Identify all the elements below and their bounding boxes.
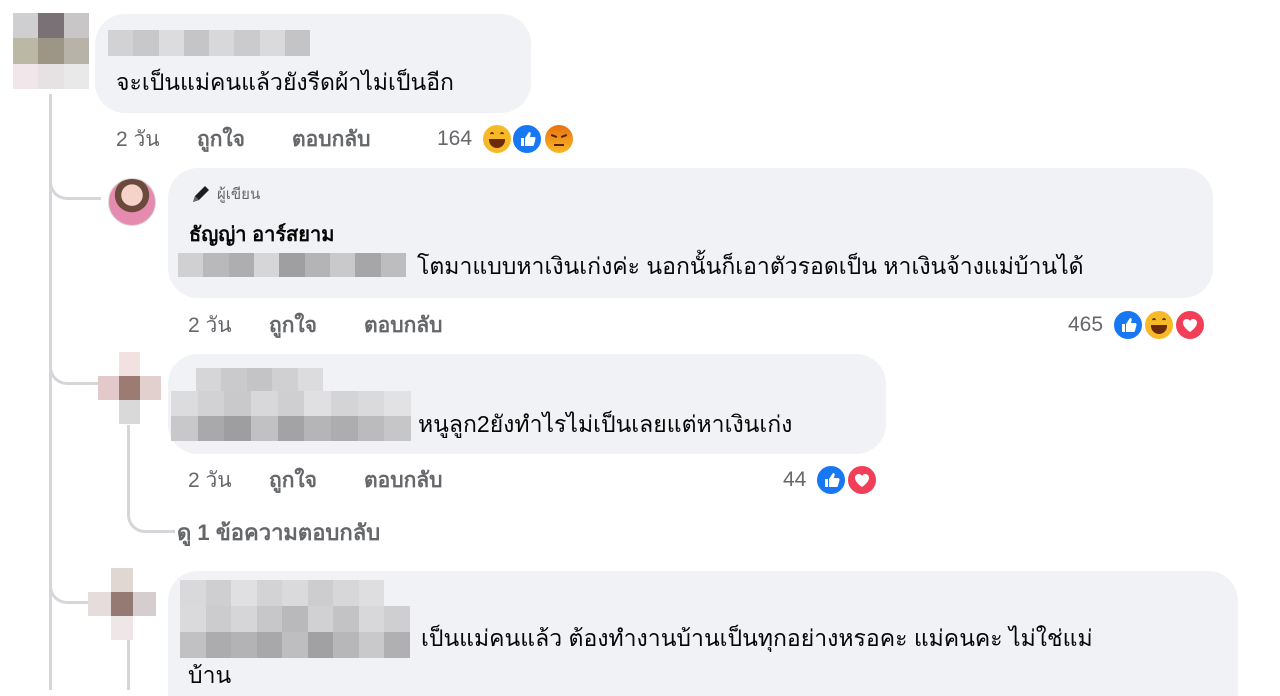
comment-time[interactable]: 2 วัน bbox=[188, 468, 232, 494]
like-button[interactable]: ถูกใจ bbox=[197, 127, 245, 153]
like-icon bbox=[1112, 309, 1144, 341]
thread-line-sub bbox=[127, 425, 130, 510]
mention-blurred[interactable] bbox=[178, 253, 406, 277]
like-icon bbox=[511, 123, 543, 155]
author-badge: ผู้เขียน bbox=[217, 186, 261, 203]
mention-blurred[interactable] bbox=[180, 606, 410, 658]
mention-blurred[interactable] bbox=[171, 391, 411, 441]
comment-text: โตมาแบบหาเงินเก่งค่ะ นอกนั้นก็เอาตัวรอดเ… bbox=[417, 253, 1084, 279]
avatar-blurred[interactable] bbox=[88, 568, 156, 640]
reaction-count[interactable]: 465 bbox=[1068, 311, 1103, 339]
pencil-icon bbox=[190, 183, 212, 205]
love-icon bbox=[1174, 309, 1206, 341]
reply-button[interactable]: ตอบกลับ bbox=[292, 127, 371, 153]
author-avatar[interactable] bbox=[108, 178, 156, 226]
author-name-blurred[interactable] bbox=[108, 30, 310, 56]
avatar-blurred[interactable] bbox=[13, 13, 89, 89]
comment-time[interactable]: 2 วัน bbox=[188, 313, 232, 339]
comment-text: หนูลูก2ยังทำไรไม่เป็นเลยแต่หาเงินเก่ง bbox=[418, 411, 793, 437]
comment-bubble bbox=[95, 14, 531, 113]
thread-curve-sub bbox=[127, 505, 175, 533]
reply-button[interactable]: ตอบกลับ bbox=[364, 313, 443, 339]
comment-text: เป็นแม่คนแล้ว ต้องทำงานบ้านเป็นทุกอย่างห… bbox=[421, 625, 1093, 651]
like-button[interactable]: ถูกใจ bbox=[269, 313, 317, 339]
reaction-count[interactable]: 44 bbox=[783, 466, 806, 494]
comment-time[interactable]: 2 วัน bbox=[116, 127, 160, 153]
comment-text: จะเป็นแม่คนแล้วยังรีดผ้าไม่เป็นอีก bbox=[116, 69, 454, 95]
angry-icon bbox=[543, 123, 575, 155]
thread-curve-2 bbox=[49, 355, 101, 385]
love-icon bbox=[846, 464, 878, 496]
author-name-blurred[interactable] bbox=[180, 580, 384, 606]
reply-button[interactable]: ตอบกลับ bbox=[364, 468, 443, 494]
like-icon bbox=[815, 464, 847, 496]
comment-text-continued: บ้าน bbox=[188, 662, 232, 688]
reaction-count[interactable]: 164 bbox=[437, 125, 472, 153]
haha-icon bbox=[1143, 309, 1175, 341]
author-name[interactable]: ธัญญ่า อาร์สยาม bbox=[189, 223, 334, 247]
view-replies-link[interactable]: ดู 1 ข้อความตอบกลับ bbox=[177, 519, 380, 547]
haha-icon bbox=[481, 123, 513, 155]
like-button[interactable]: ถูกใจ bbox=[269, 468, 317, 494]
avatar-blurred[interactable] bbox=[98, 352, 161, 424]
author-name-blurred[interactable] bbox=[196, 368, 323, 392]
thread-curve-1 bbox=[49, 170, 101, 200]
